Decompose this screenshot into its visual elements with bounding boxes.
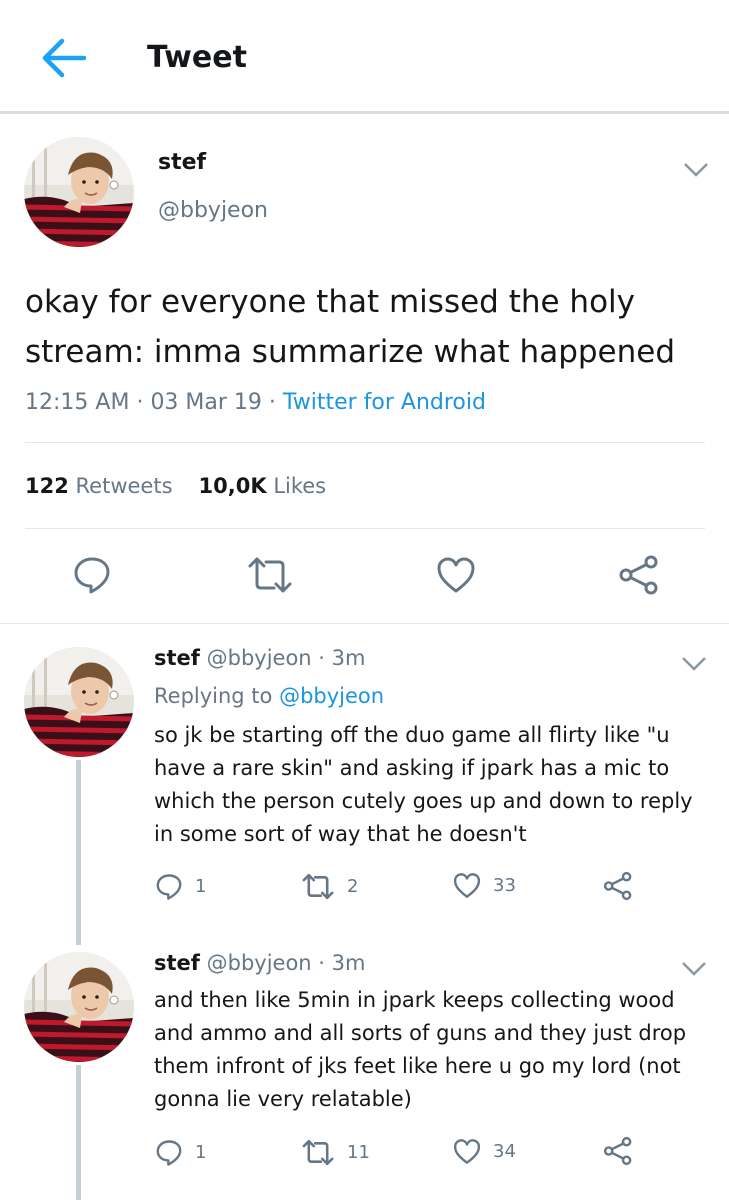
like-button[interactable]: 34 [453,1138,516,1165]
retweet-icon [302,1139,334,1166]
reply-icon [156,874,182,900]
tweet-date: 03 Mar 19 [150,390,262,415]
author-handle[interactable]: @bbyjeon [158,198,268,223]
reply-text: and then like 5min in jpark keeps collec… [154,988,687,1111]
reply-header: stef @bbyjeon · 3m [154,646,366,670]
author-handle[interactable]: @bbyjeon [207,646,312,670]
like-count: 33 [493,875,516,896]
thread-line [76,760,81,945]
top-bar: Tweet [0,0,729,114]
like-button[interactable] [436,556,476,598]
like-count: 34 [493,1141,516,1162]
tweet-meta: 12:15 AM · 03 Mar 19 · Twitter for Andro… [25,390,486,415]
tweet-stats: 122 Retweets 10,0K Likes [25,474,326,498]
retweet-button[interactable]: 11 [301,1139,370,1166]
retweet-button[interactable]: 2 [301,873,358,900]
chevron-down-icon[interactable] [681,961,707,977]
author-name[interactable]: stef [158,150,206,175]
chevron-down-icon[interactable] [683,162,709,178]
avatar[interactable] [24,952,134,1062]
like-icon [453,1139,481,1164]
retweet-count: 2 [347,876,359,897]
retweet-icon [248,557,292,593]
meta-separator: · [136,390,144,415]
reply-button[interactable]: 1 [155,872,206,900]
divider [25,528,705,529]
author-name[interactable]: stef [154,951,200,975]
meta-separator: · [268,390,276,415]
chevron-down-icon[interactable] [681,656,707,672]
reply-count: 1 [195,1141,207,1163]
replying-to-link[interactable]: @bbyjeon [279,684,384,708]
likes-label: Likes [273,474,327,498]
reply-time: 3m [331,951,366,975]
share-button[interactable] [618,554,660,600]
share-icon [619,555,658,595]
replying-to: Replying to @bbyjeon [154,684,384,708]
divider [25,442,705,443]
like-icon [453,873,481,898]
share-icon [603,1136,632,1166]
retweets-label: Retweets [75,474,173,498]
like-button[interactable]: 33 [453,872,516,899]
retweet-count: 11 [347,1142,370,1163]
share-icon [603,871,632,901]
divider [0,623,729,624]
reply-button[interactable]: 1 [155,1138,206,1166]
author-name[interactable]: stef [154,646,200,670]
reply-text: so jk be starting off the duo game all f… [154,723,693,846]
like-icon [437,557,475,593]
tweet-source-link[interactable]: Twitter for Android [283,390,486,415]
arrow-left-icon [42,38,87,78]
retweets-stat[interactable]: 122 Retweets [25,474,173,498]
reply-icon [156,1140,182,1166]
author-handle[interactable]: @bbyjeon [207,951,312,975]
retweets-count: 122 [25,474,69,498]
thread-line [76,1065,81,1200]
replying-label: Replying to [154,684,273,708]
avatar[interactable] [24,137,134,247]
tweet-time: 12:15 AM [25,390,130,415]
likes-count: 10,0K [198,474,267,498]
share-button[interactable] [603,1136,633,1166]
page-title: Tweet [147,40,247,75]
back-button[interactable] [40,36,88,80]
retweet-icon [302,873,334,900]
reply-icon [74,557,110,594]
reply-header: stef @bbyjeon · 3m [154,951,366,975]
reply-count: 1 [195,875,207,897]
avatar[interactable] [24,647,134,757]
share-button[interactable] [603,871,633,901]
retweet-button[interactable] [246,556,294,598]
meta-separator: · [318,951,325,975]
tweet-text: okay for everyone that missed the holy s… [25,284,676,370]
reply-button[interactable] [72,554,112,598]
reply-time: 3m [331,646,366,670]
likes-stat[interactable]: 10,0K Likes [199,474,327,498]
meta-separator: · [318,646,325,670]
